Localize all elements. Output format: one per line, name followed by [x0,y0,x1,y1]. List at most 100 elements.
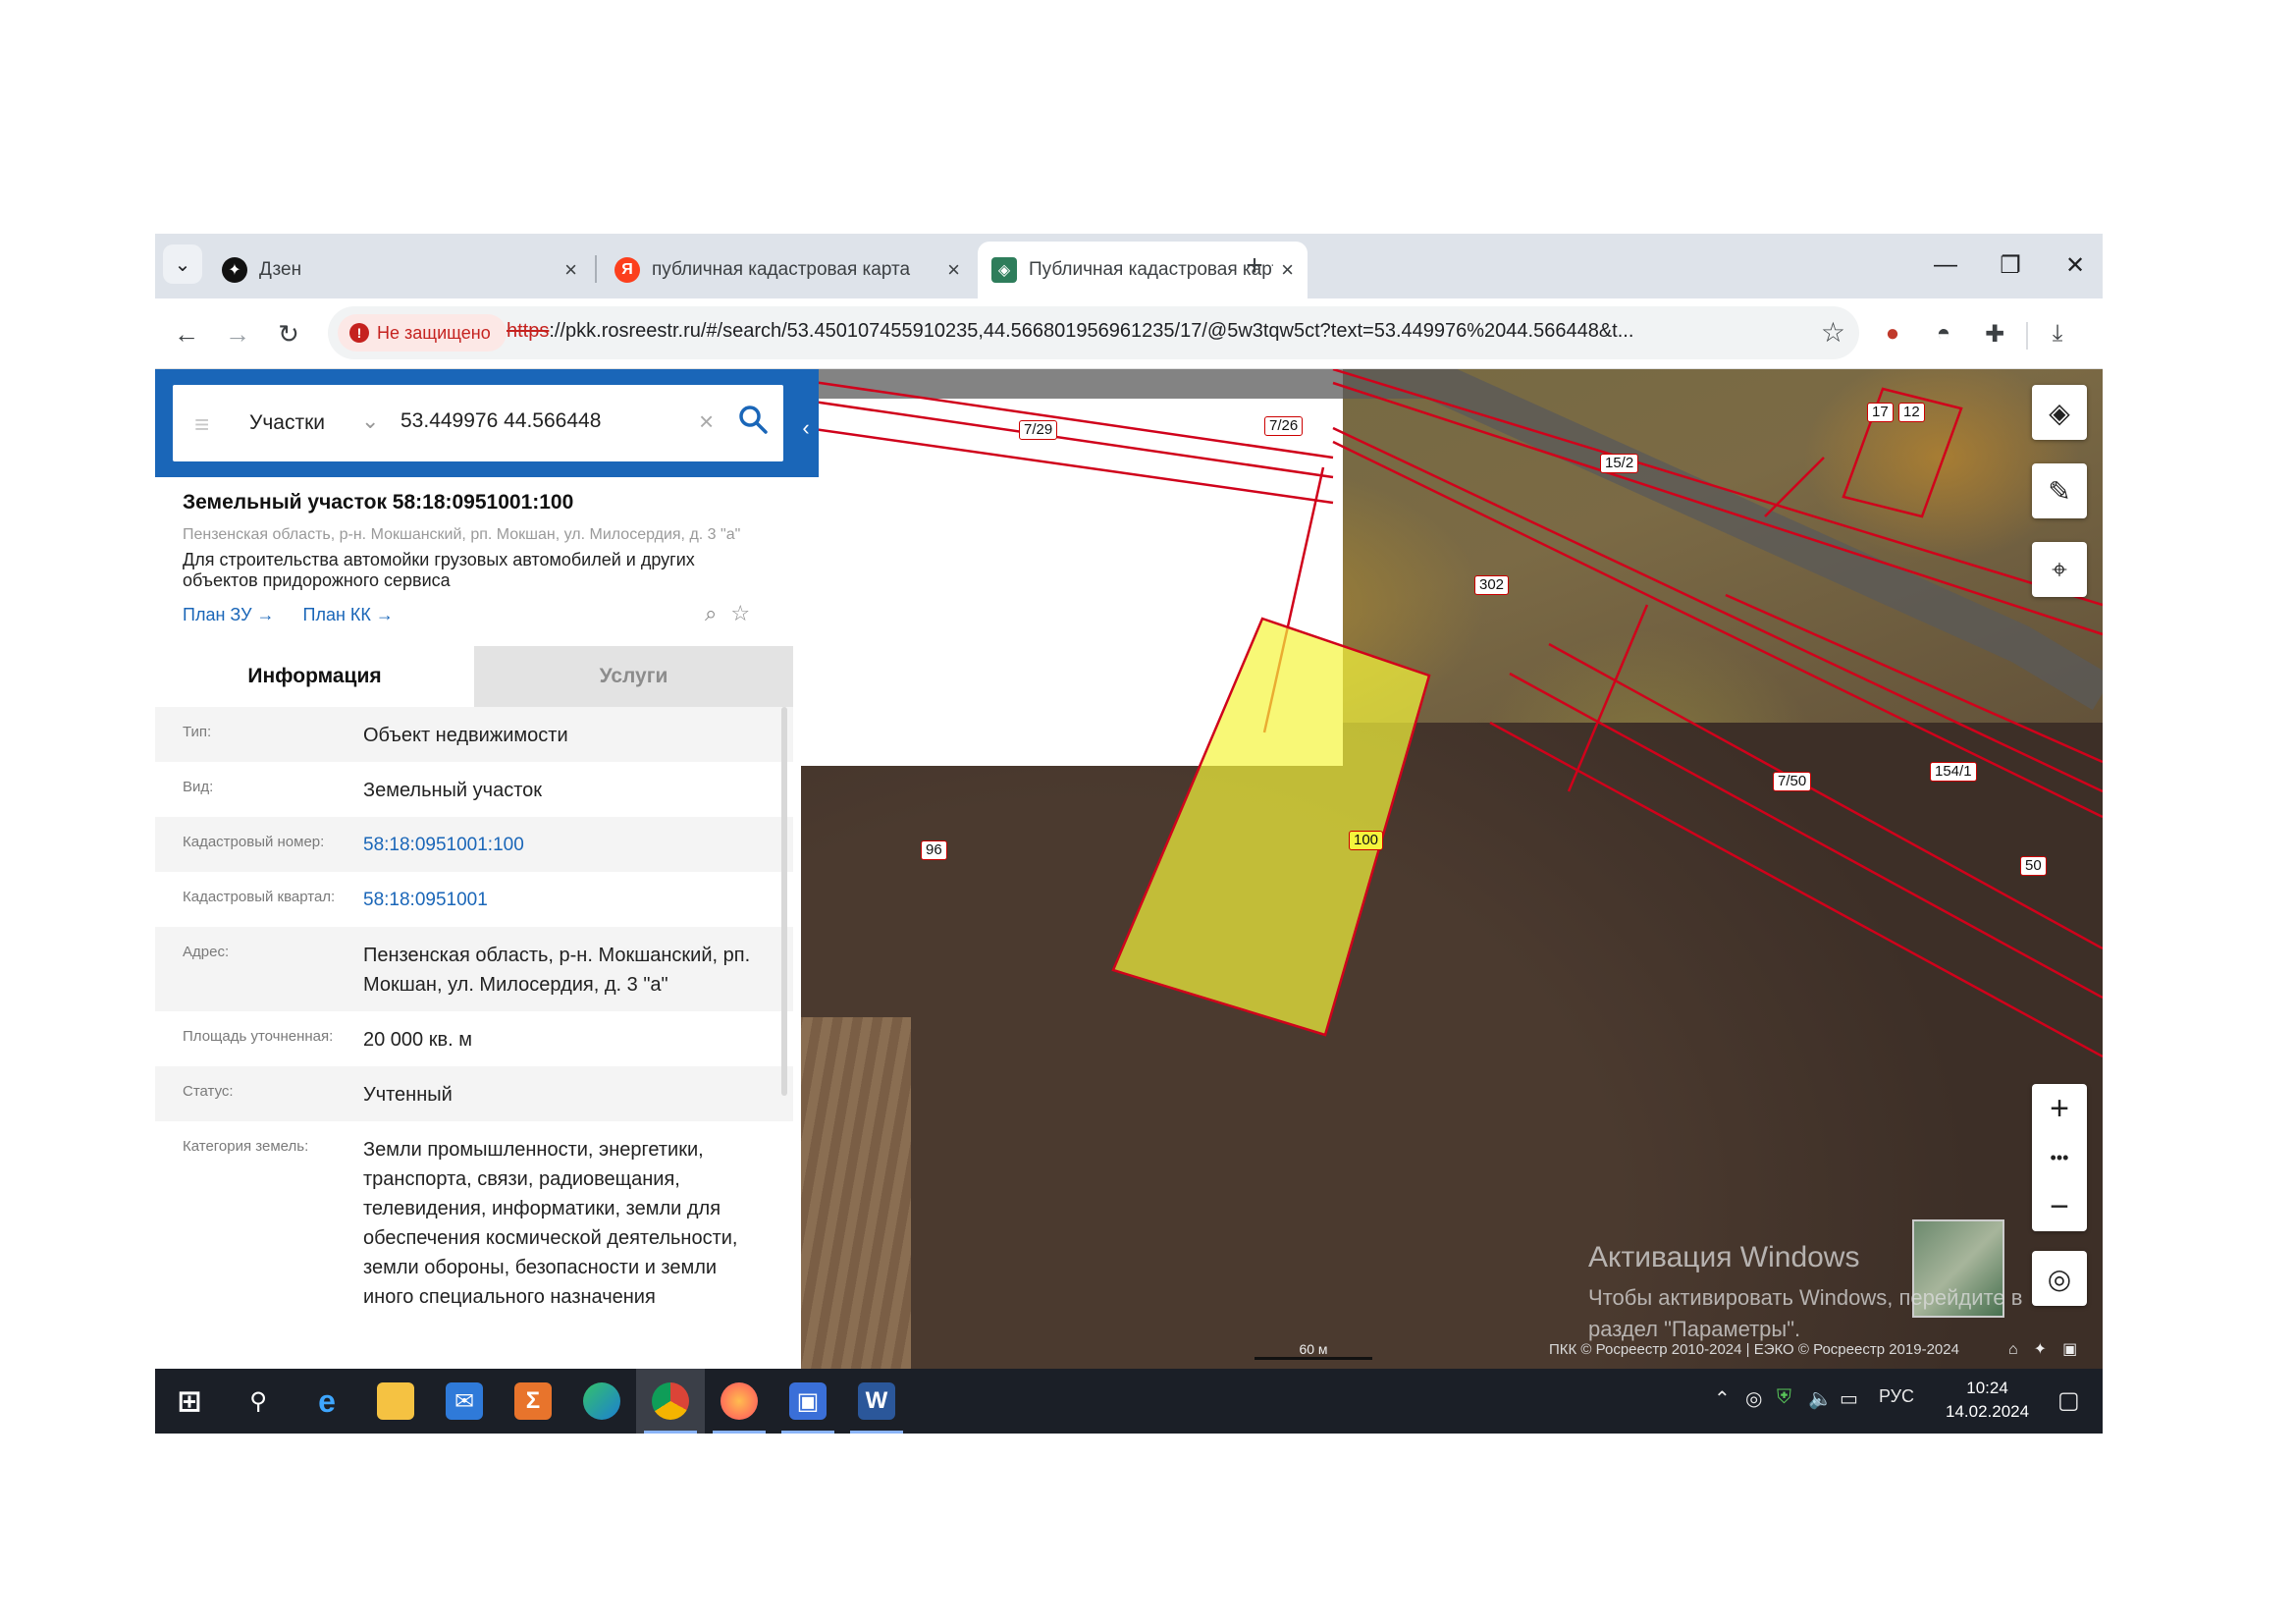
parcel-label-152: 15/2 [1600,454,1639,473]
chevron-down-icon[interactable]: ⌄ [361,408,379,434]
property-label: Кадастровый квартал: [183,889,336,905]
extension-icon[interactable]: ● [1873,314,1912,353]
map-copyright: ПКК © Росреестр 2010-2024 | ЕЭКО © Росре… [1549,1341,1959,1358]
taskbar-ie[interactable]: e [293,1369,361,1434]
collapse-panel-icon[interactable]: ‹ [793,408,819,448]
property-label: Категория земель: [183,1138,309,1155]
close-window-icon[interactable]: ✕ [2046,242,2103,289]
tray-meet-icon[interactable]: ◎ [1745,1386,1762,1411]
sigma-icon: Σ [514,1382,552,1420]
cadastral-quarter-link[interactable]: 58:18:0951001 [363,886,756,915]
layers-icon[interactable]: ◈ [2032,385,2087,440]
bookmark-star-icon[interactable]: ☆ [1821,316,1845,349]
search-box: ≡ Участки ⌄ × [173,385,783,461]
table-row: Кадастровый квартал: 58:18:0951001 [155,872,793,927]
parcel-label-100: 100 [1349,831,1384,850]
dzen-icon: ✦ [222,257,247,283]
compass-icon[interactable]: ◎ [2032,1251,2087,1306]
taskbar-chrome[interactable] [636,1369,705,1434]
selected-parcel[interactable] [1111,617,1431,1037]
menu-icon[interactable]: ≡ [194,409,209,440]
parcel-label-12: 12 [1898,403,1925,422]
yandex-icon: Я [614,257,640,283]
taskbar-edge[interactable] [567,1369,636,1434]
property-value: 20 000 кв. м [363,1029,472,1051]
taskbar-explorer[interactable] [361,1369,430,1434]
minimize-icon[interactable]: — [1916,242,1975,289]
back-icon[interactable]: ← [167,314,206,353]
tray-security-icon[interactable]: ⛨ [1777,1386,1791,1409]
tab-services[interactable]: Услуги [474,646,793,707]
reload-icon[interactable]: ↻ [269,314,308,353]
panel-scrollbar[interactable] [781,707,787,1096]
extensions-puzzle-icon[interactable]: ✚ [1975,314,2014,353]
close-tab-icon[interactable]: × [947,257,960,283]
url-text[interactable]: https://pkk.rosreestr.ru/#/search/53.450… [507,320,1665,343]
taskbar-clock[interactable]: 10:24 14.02.2024 [1946,1377,2029,1424]
table-row: Площадь уточненная: 20 000 кв. м [155,1011,793,1066]
object-address: Пензенская область, р-н. Мокшанский, рп.… [183,526,741,543]
search-icon[interactable] [736,403,770,436]
ruler-icon[interactable]: ✎ [2032,463,2087,518]
security-chip[interactable]: ! Не защищено [338,314,507,352]
object-title: Земельный участок 58:18:0951001:100 [183,491,574,514]
table-row: Кадастровый номер: 58:18:0951001:100 [155,817,793,872]
language-indicator[interactable]: РУС [1879,1386,1914,1407]
restore-icon[interactable]: ❐ [1981,242,2040,289]
search-input[interactable] [399,408,673,434]
property-value: Объект недвижимости [363,725,568,746]
zoom-controls: + ••• − [2032,1084,2087,1231]
tab-dzen[interactable]: ✦ Дзен × [208,242,591,298]
property-label: Кадастровый номер: [183,834,325,850]
taskbar-sum-app[interactable]: Σ [499,1369,567,1434]
table-row: Статус: Учтенный [155,1066,793,1121]
folder-icon [377,1382,414,1420]
plan-kk-link[interactable]: План КК → [303,605,394,624]
locate-icon[interactable]: ⌖ [2032,542,2087,597]
close-tab-icon[interactable]: × [564,257,577,283]
taskbar-mail[interactable]: ✉ [430,1369,499,1434]
rosreestr-icon: ◈ [991,257,1017,283]
address-bar[interactable]: ! Не защищено https://pkk.rosreestr.ru/#… [328,306,1859,359]
windows-icon: ⊞ [177,1384,202,1418]
notifications-icon[interactable]: ▢ [2057,1386,2080,1415]
volume-icon[interactable]: 🔈 [1808,1386,1833,1411]
tab-search-button[interactable]: ⌄ [163,244,202,284]
close-tab-icon[interactable]: × [1281,257,1294,283]
zoom-out-icon[interactable]: − [2032,1182,2087,1231]
search-category[interactable]: Участки [249,411,325,435]
taskbar-word[interactable]: W [842,1369,911,1434]
network-icon[interactable]: ▭ [1840,1386,1858,1411]
taskbar-save-app[interactable]: ▣ [774,1369,842,1434]
taskbar-firefox[interactable] [705,1369,774,1434]
chrome-icon [652,1382,689,1420]
tab-title: публичная кадастровая карта [652,259,911,280]
map-footer-icons[interactable]: ⌂✦▣ [2008,1339,2093,1359]
parcel-label-1541: 154/1 [1930,762,1977,782]
tray-chevron-icon[interactable]: ⌃ [1714,1386,1731,1411]
forward-icon[interactable]: → [218,314,257,353]
plan-links: План ЗУ → План КК → [183,605,417,625]
table-row: Тип: Объект недвижимости [155,707,793,762]
tab-yandex[interactable]: Я публичная кадастровая карта × [601,242,974,298]
start-button[interactable]: ⊞ [155,1369,224,1434]
tab-info[interactable]: Информация [155,646,474,707]
internet-explorer-icon: e [318,1382,336,1419]
clear-icon[interactable]: × [699,406,714,437]
zoom-in-icon[interactable]: + [2032,1084,2087,1133]
plan-zu-link[interactable]: План ЗУ → [183,605,275,624]
cadastral-number-link[interactable]: 58:18:0951001:100 [363,831,756,860]
security-label: Не защищено [377,322,491,343]
new-tab-button[interactable]: + [1235,246,1274,286]
property-value: Земельный участок [363,780,543,801]
properties-table: Тип: Объект недвижимости Вид: Земельный … [155,707,793,1324]
property-label: Адрес: [183,944,230,960]
windows-taskbar: ⊞ ⚲ e ✉ Σ ▣ W ⌃ ◎ ⛨ 🔈 ▭ РУС 10:24 14.02.… [155,1369,2103,1434]
vpn-extension-icon[interactable]: ◓ [1924,314,1963,353]
favorite-star-icon[interactable]: ☆ [730,601,764,625]
property-value: Пензенская область, р-н. Мокшанский, рп.… [363,945,751,996]
zoom-more-icon[interactable]: ••• [2032,1133,2087,1182]
zoom-to-object-icon[interactable]: ⌕ [705,601,730,625]
taskbar-search[interactable]: ⚲ [224,1369,293,1434]
downloads-icon[interactable]: ⤓ [2038,314,2077,353]
